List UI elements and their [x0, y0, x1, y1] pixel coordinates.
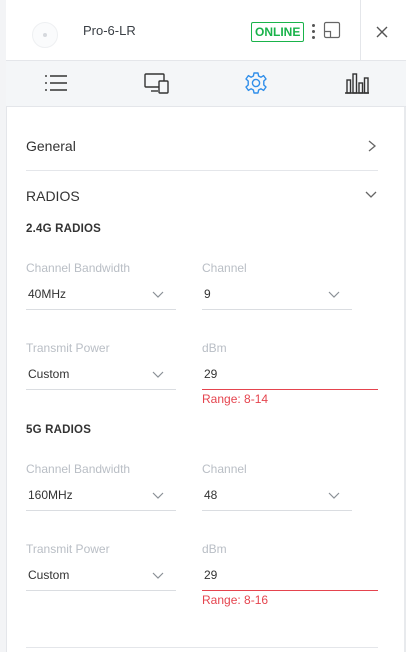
status-badge: ONLINE [251, 22, 305, 42]
general-section-toggle[interactable]: General [26, 127, 378, 171]
tab-settings[interactable] [206, 61, 306, 106]
bandwidth-24-label: Channel Bandwidth [26, 261, 131, 275]
chevron-down-icon [152, 291, 164, 298]
devices-icon [144, 73, 169, 94]
list-icon [45, 75, 67, 91]
device-icon [32, 22, 58, 48]
bandwidth-5-value: 160MHz [28, 488, 73, 502]
bandwidth-5-select[interactable]: 160MHz [26, 480, 176, 511]
chevron-down-icon [152, 572, 164, 579]
tab-details[interactable] [6, 61, 106, 106]
radio-24-title: 2.4G RADIOS [26, 223, 102, 235]
panel-header: Pro-6-LR ONLINE [6, 0, 406, 61]
chevron-down-icon [152, 492, 164, 499]
dbm-24-error: Range: 8-14 [202, 392, 269, 406]
bandwidth-5-label: Channel Bandwidth [26, 462, 131, 476]
gear-icon [245, 72, 267, 94]
header-divider [360, 0, 361, 60]
bar-chart-icon [345, 73, 369, 94]
dbm-24-value: 29 [204, 367, 218, 381]
device-name: Pro-6-LR [83, 23, 136, 38]
dbm-5-label: dBm [202, 542, 227, 556]
chevron-right-icon [368, 140, 377, 152]
channel-5-select[interactable]: 48 [202, 480, 352, 511]
chevron-down-icon [328, 492, 340, 499]
dbm-24-input[interactable]: 29 [202, 359, 378, 390]
power-5-label: Transmit Power [26, 542, 110, 556]
power-24-value: Custom [28, 367, 70, 381]
power-24-select[interactable]: Custom [26, 359, 176, 390]
chevron-down-icon [365, 191, 377, 198]
dbm-5-error: Range: 8-16 [202, 593, 269, 607]
channel-24-value: 9 [204, 287, 211, 301]
tab-statistics[interactable] [306, 61, 406, 106]
radio-5-title: 5G RADIOS [26, 424, 92, 436]
channel-5-value: 48 [204, 488, 218, 502]
power-5-select[interactable]: Custom [26, 560, 176, 591]
settings-content: General RADIOS 2.4G RADIOS Channel Bandw… [6, 107, 406, 652]
dbm-24-label: dBm [202, 341, 227, 355]
power-24-label: Transmit Power [26, 341, 110, 355]
radios-title: RADIOS [26, 188, 80, 204]
channel-5-label: Channel [202, 462, 247, 476]
bandwidth-24-value: 40MHz [28, 287, 67, 301]
channel-24-label: Channel [202, 261, 247, 275]
general-title: General [26, 138, 76, 154]
channel-24-select[interactable]: 9 [202, 279, 352, 310]
section-divider [26, 647, 378, 648]
power-5-value: Custom [28, 568, 70, 582]
radios-section-toggle[interactable]: RADIOS [26, 177, 378, 211]
chevron-down-icon [152, 371, 164, 378]
chevron-down-icon [328, 291, 340, 298]
more-options-icon[interactable] [308, 22, 318, 40]
bandwidth-24-select[interactable]: 40MHz [26, 279, 176, 310]
tab-devices[interactable] [106, 61, 206, 106]
popout-icon[interactable] [323, 21, 341, 39]
close-icon[interactable] [372, 22, 392, 42]
tab-bar [6, 61, 406, 107]
dbm-5-input[interactable]: 29 [202, 560, 378, 591]
dbm-5-value: 29 [204, 568, 218, 582]
